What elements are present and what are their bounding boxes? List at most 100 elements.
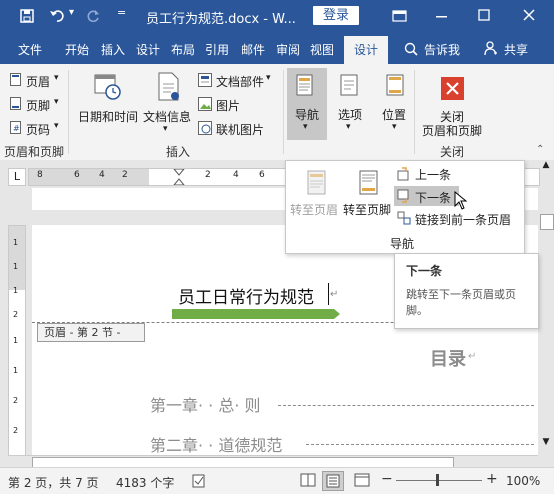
toc-title[interactable]: 目录 bbox=[430, 345, 466, 371]
ribbon-display-options-icon[interactable] bbox=[392, 9, 408, 23]
quick-parts-button[interactable]: 文档部件 bbox=[216, 73, 264, 90]
navigation-dropdown-icon: ▾ bbox=[303, 122, 308, 132]
ruler-number: 8 bbox=[37, 170, 43, 180]
group-label-header-footer: 页眉和页脚 bbox=[4, 145, 65, 159]
ruler-number: 6 bbox=[259, 170, 265, 180]
date-time-button[interactable]: 日期和时间 bbox=[78, 108, 138, 125]
footer-button[interactable]: 页脚 bbox=[26, 97, 50, 114]
scrollbar-thumb[interactable] bbox=[540, 214, 554, 230]
zoom-out-icon[interactable]: − bbox=[381, 471, 393, 487]
tab-review[interactable]: 审阅 bbox=[276, 41, 300, 58]
share-person-icon bbox=[484, 41, 497, 56]
tab-references[interactable]: 引用 bbox=[205, 41, 229, 58]
navigation-button[interactable]: 导航 ▾ bbox=[287, 68, 327, 140]
zoom-slider[interactable] bbox=[396, 480, 482, 481]
online-picture-button[interactable]: 联机图片 bbox=[216, 121, 264, 138]
ruler-number: 2 bbox=[13, 310, 19, 319]
document-info-button[interactable]: 文档信息 bbox=[143, 108, 191, 125]
tab-design-header-footer[interactable]: 设计 bbox=[344, 36, 388, 64]
tab-home[interactable]: 开始 bbox=[65, 41, 89, 58]
next-label: 下一条 bbox=[415, 191, 452, 205]
group-label-insert: 插入 bbox=[166, 145, 191, 159]
footer-dropdown-icon[interactable]: ▾ bbox=[54, 97, 59, 107]
ruler-number: 1 bbox=[13, 366, 19, 375]
ruler-number: 2 bbox=[205, 170, 211, 180]
page-count[interactable]: 第 2 页，共 7 页 bbox=[8, 474, 99, 491]
position-button[interactable]: 位置 bbox=[382, 106, 406, 123]
goto-header-icon bbox=[307, 170, 326, 195]
options-icon bbox=[340, 74, 358, 96]
previous-button[interactable]: 上一条 bbox=[415, 166, 451, 183]
tell-me-box[interactable]: 告诉我 bbox=[424, 41, 460, 58]
header-button[interactable]: 页眉 bbox=[26, 73, 50, 90]
tooltip-description-2: 脚。 bbox=[406, 304, 428, 317]
nav-group-label: 导航 bbox=[390, 237, 415, 251]
quick-parts-dropdown-icon[interactable]: ▾ bbox=[266, 73, 271, 83]
next-tooltip: 下一条 跳转至下一条页眉或页 脚。 bbox=[394, 253, 539, 329]
goto-header-button[interactable]: 转至页眉 bbox=[290, 201, 338, 218]
options-dropdown-icon[interactable]: ▾ bbox=[346, 122, 351, 132]
ribbon-tab-bar: 文件 开始 插入 设计 布局 引用 邮件 审阅 视图 告诉我 共享 bbox=[0, 32, 554, 64]
link-previous-icon bbox=[397, 211, 411, 225]
ruler-number: 2 bbox=[13, 396, 19, 405]
header-green-bar bbox=[172, 309, 340, 319]
undo-icon[interactable] bbox=[50, 9, 66, 23]
login-button[interactable]: 登录 bbox=[313, 6, 359, 25]
zoom-in-icon[interactable]: + bbox=[486, 471, 498, 487]
group-divider bbox=[283, 70, 284, 154]
indent-marker-icon[interactable] bbox=[172, 169, 186, 185]
picture-button[interactable]: 图片 bbox=[216, 97, 240, 114]
ribbon: 页眉 ▾ 页脚 ▾ # 页码 ▾ 页眉和页脚 日期和时间 文档信息 ▾ 文档部件… bbox=[0, 64, 554, 161]
print-layout-button[interactable] bbox=[322, 471, 344, 491]
ruler-number: 2 bbox=[122, 170, 128, 180]
position-dropdown-icon[interactable]: ▾ bbox=[392, 122, 397, 132]
quick-access-menu-icon[interactable]: = bbox=[117, 6, 126, 19]
share-button[interactable]: 共享 bbox=[504, 41, 528, 58]
navigation-dropdown: 转至页眉 转至页脚 上一条 下一条 链接到前一条页眉 导航 bbox=[285, 160, 525, 254]
tab-mailings[interactable]: 邮件 bbox=[241, 41, 265, 58]
undo-dropdown-icon[interactable]: ▾ bbox=[69, 7, 74, 18]
save-icon[interactable] bbox=[20, 9, 34, 23]
link-to-previous-button[interactable]: 链接到前一条页眉 bbox=[415, 211, 511, 228]
tab-design-document[interactable]: 设计 bbox=[136, 41, 160, 58]
footer-icon bbox=[10, 97, 21, 110]
page-number-button[interactable]: 页码 bbox=[26, 121, 50, 138]
goto-footer-button[interactable]: 转至页脚 bbox=[343, 201, 391, 218]
text-cursor bbox=[328, 283, 329, 305]
next-button[interactable]: 下一条 bbox=[394, 186, 459, 206]
window-title: 员工行为规范.docx - W... bbox=[146, 12, 296, 27]
redo-icon[interactable] bbox=[86, 9, 100, 23]
toc-chapter-2[interactable]: 第二章· · 道德规范 bbox=[150, 432, 282, 456]
scroll-down-icon[interactable]: ▼ bbox=[540, 437, 552, 447]
header-text[interactable]: 员工日常行为规范 bbox=[178, 283, 314, 308]
close-header-footer-label2[interactable]: 页眉和页脚 bbox=[422, 122, 482, 139]
maximize-icon[interactable] bbox=[478, 9, 490, 21]
word-count[interactable]: 4183 个字 bbox=[116, 474, 174, 491]
scroll-up-icon[interactable]: ▲ bbox=[540, 160, 552, 170]
close-window-icon[interactable] bbox=[523, 9, 535, 21]
tab-file[interactable]: 文件 bbox=[18, 41, 42, 58]
online-picture-icon bbox=[198, 121, 212, 135]
tab-layout[interactable]: 布局 bbox=[171, 41, 195, 58]
proofing-icon[interactable] bbox=[192, 474, 206, 488]
svg-text:#: # bbox=[13, 124, 20, 133]
print-layout-icon bbox=[326, 474, 340, 488]
document-info-dropdown-icon[interactable]: ▾ bbox=[163, 124, 168, 134]
navigation-label: 导航 bbox=[295, 108, 320, 122]
zoom-level[interactable]: 100% bbox=[506, 474, 540, 488]
collapse-ribbon-icon[interactable]: ⌃ bbox=[536, 144, 544, 155]
toc-leader-2 bbox=[306, 444, 534, 445]
vertical-ruler[interactable]: 1 1 1 2 1 1 2 2 bbox=[8, 225, 26, 459]
read-mode-icon[interactable] bbox=[300, 473, 316, 487]
page-number-dropdown-icon[interactable]: ▾ bbox=[54, 121, 59, 131]
vruler-margin bbox=[9, 226, 25, 290]
options-button[interactable]: 选项 bbox=[338, 106, 362, 123]
toc-chapter-1[interactable]: 第一章· · 总· 则 bbox=[150, 392, 261, 416]
tab-insert[interactable]: 插入 bbox=[101, 41, 125, 58]
web-layout-icon[interactable] bbox=[354, 473, 370, 487]
minimize-icon[interactable] bbox=[436, 15, 448, 19]
tab-selector[interactable]: L bbox=[8, 168, 26, 186]
tab-view[interactable]: 视图 bbox=[310, 41, 334, 58]
header-dropdown-icon[interactable]: ▾ bbox=[54, 73, 59, 83]
zoom-slider-thumb[interactable] bbox=[436, 474, 439, 486]
